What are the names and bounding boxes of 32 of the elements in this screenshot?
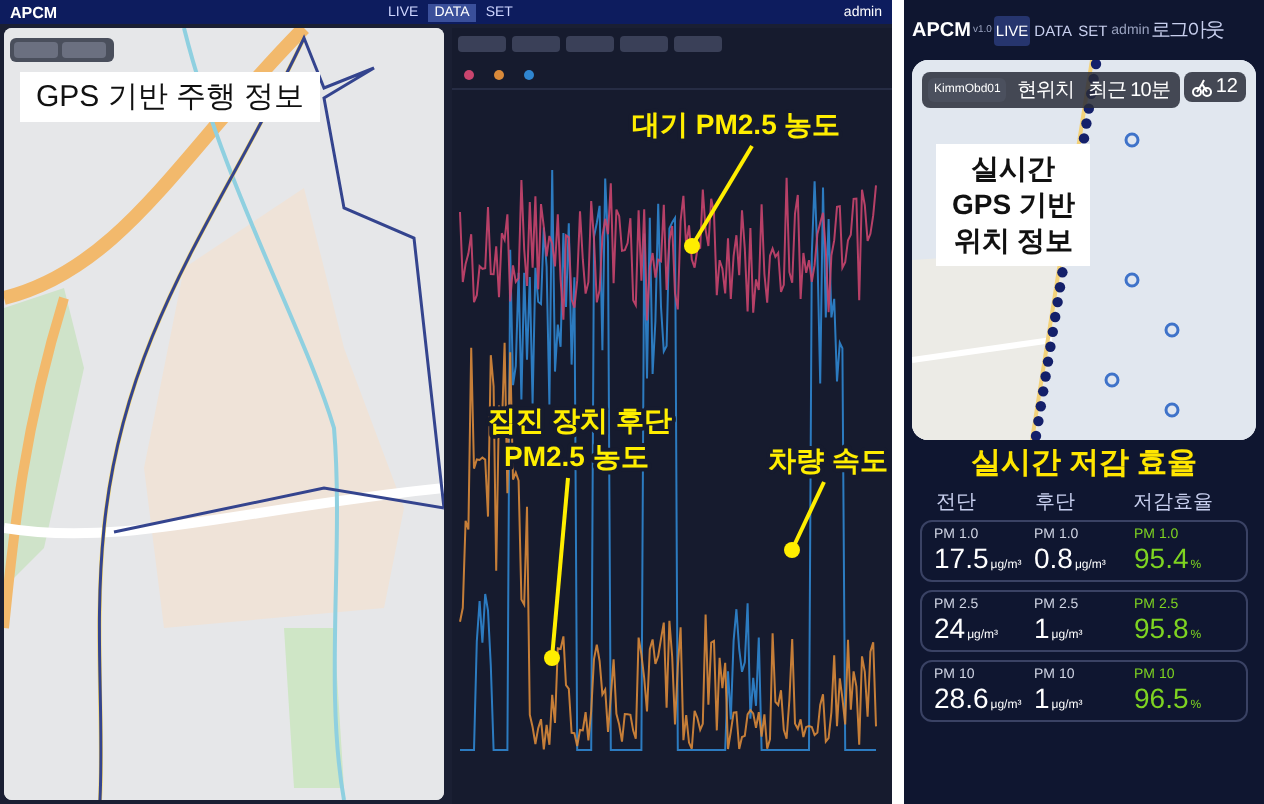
app-logo: APCM	[912, 19, 971, 41]
bicycle-icon	[1191, 77, 1212, 97]
leader-line	[684, 144, 754, 254]
count-badge: 12	[1183, 72, 1246, 102]
value-text: 96.5	[1134, 682, 1189, 715]
logout-link[interactable]: 로그아웃	[1151, 16, 1224, 44]
value-text: 95.8	[1134, 612, 1189, 645]
map-control[interactable]	[62, 42, 106, 58]
toolbar-chip[interactable]	[458, 36, 506, 52]
value-text: 1	[1034, 682, 1050, 715]
column-header: 후단	[1034, 490, 1077, 516]
caption-label: GPS 기반 주행 정보	[20, 72, 321, 122]
value-text: 95.4	[1134, 542, 1189, 574]
value-text: 1	[1034, 612, 1050, 645]
toolbar-chip[interactable]	[674, 36, 722, 52]
leader-line	[784, 481, 826, 558]
toolbar-chip[interactable]	[566, 36, 614, 52]
caption-label: 실시간 GPS 기반 위치 정보	[936, 144, 1091, 266]
annotation-label: 대기 PM2.5 농도	[632, 108, 841, 140]
map-control[interactable]	[14, 42, 58, 58]
toolbar-chip[interactable]	[620, 36, 668, 52]
column-header: 저감효율	[1133, 490, 1216, 516]
time-filter[interactable]: 최근 10분	[1083, 76, 1174, 104]
value-text: 24	[934, 612, 966, 645]
app-logo: APCM	[10, 3, 58, 21]
column-header: 전단	[936, 490, 978, 516]
section-title: 실시간 저감 효율	[970, 444, 1198, 482]
value-text: 17.5	[934, 542, 989, 574]
toolbar-chip[interactable]	[512, 36, 560, 52]
value-text: 0.8	[1034, 542, 1073, 574]
value-text: 28.6	[934, 682, 989, 715]
current-location-button[interactable]: 현위치	[1012, 76, 1078, 104]
